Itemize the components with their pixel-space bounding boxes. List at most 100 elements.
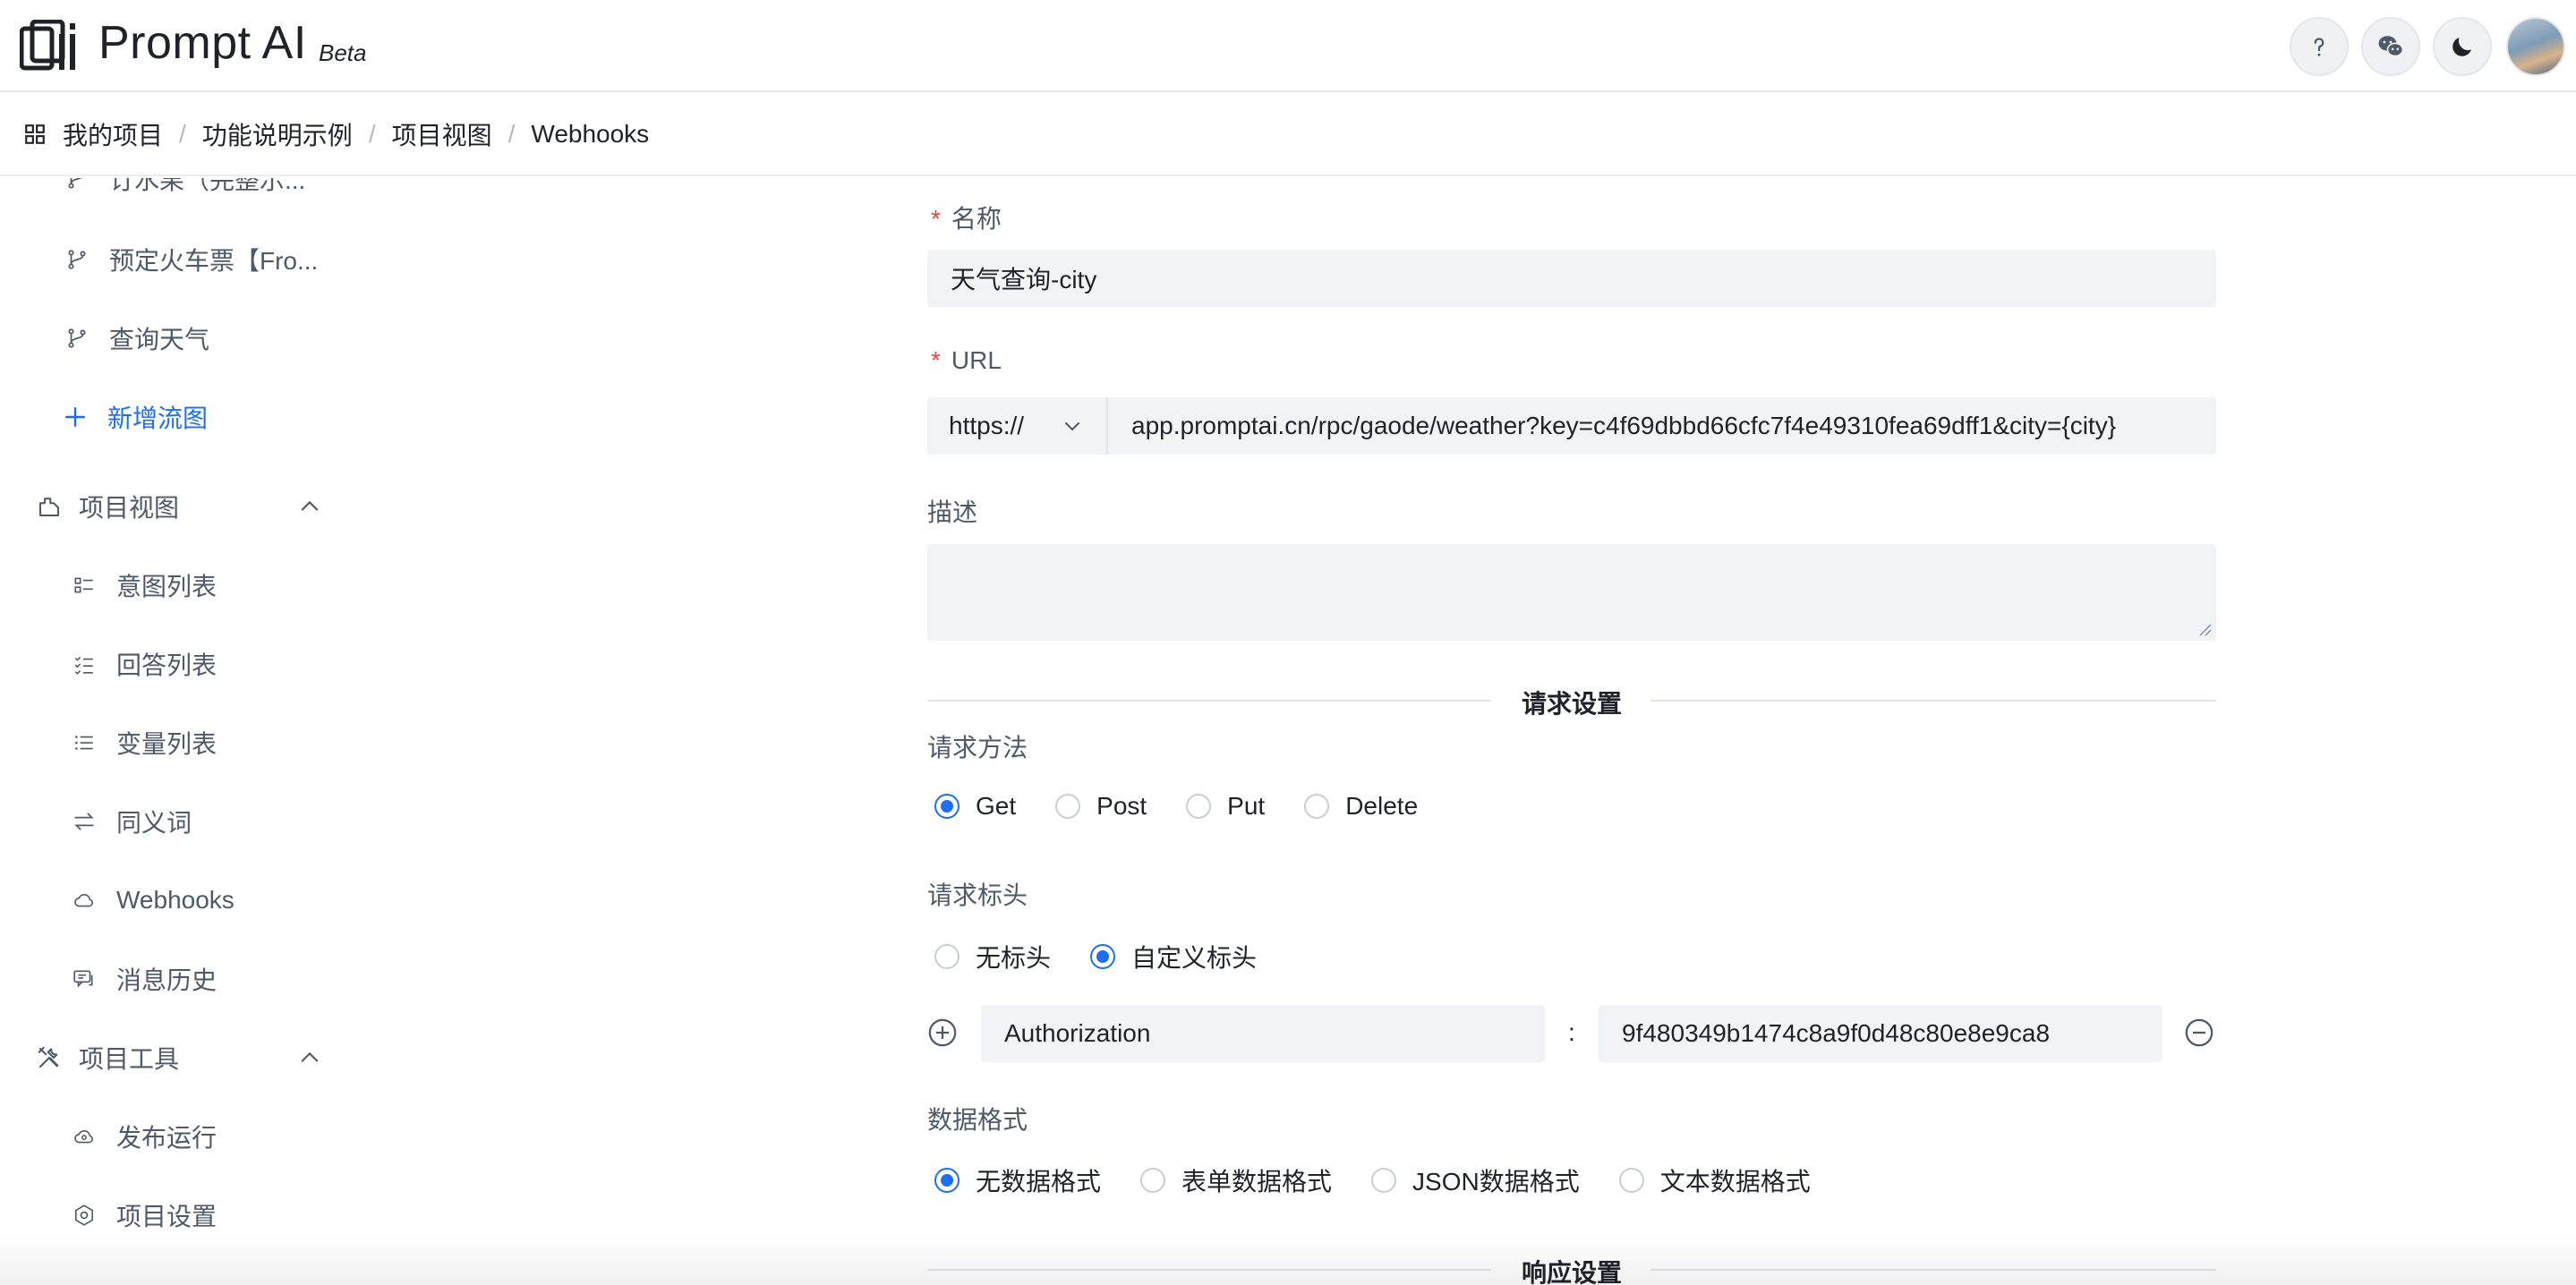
settings-icon xyxy=(72,1203,97,1228)
breadcrumb-project-view[interactable]: 项目视图 xyxy=(392,116,492,152)
data-format-option-none[interactable]: 无数据格式 xyxy=(934,1162,1101,1198)
url-input[interactable]: app.promptai.cn/rpc/gaode/weather?key=c4… xyxy=(1108,397,2216,455)
radio-checked[interactable] xyxy=(934,794,960,819)
answer-list-icon xyxy=(72,651,97,677)
radio-checked[interactable] xyxy=(934,1168,960,1193)
sidebar-flow-query-weather[interactable]: 查询天气 xyxy=(64,316,209,361)
data-format-label: 数据格式 xyxy=(927,1106,1028,1134)
header-key-input[interactable]: Authorization xyxy=(981,1005,1545,1062)
radio-label: 无数据格式 xyxy=(976,1168,1102,1196)
header-value-input[interactable]: 9f480349b1474c8a9f0d48c80e8e9ca8 xyxy=(1599,1005,2162,1062)
flow-branch-icon xyxy=(64,247,90,272)
url-protocol-select[interactable]: https:// xyxy=(927,397,1108,455)
data-format-option-json[interactable]: JSON数据格式 xyxy=(1371,1162,1580,1198)
app-name: Prompt AI xyxy=(98,17,307,69)
breadcrumb-separator: / xyxy=(368,120,376,148)
flow-branch-icon xyxy=(64,326,90,351)
sidebar-item-variables[interactable]: 变量列表 xyxy=(72,720,217,765)
cloud-icon xyxy=(72,888,97,913)
chevron-up-icon[interactable] xyxy=(297,1045,322,1070)
sidebar-item-label: 项目设置 xyxy=(116,1203,218,1230)
method-option-put[interactable]: Put xyxy=(1186,792,1265,821)
remove-header-icon[interactable] xyxy=(2184,1017,2214,1048)
sidebar-item-publish[interactable]: 发布运行 xyxy=(72,1114,217,1159)
resize-handle-icon[interactable] xyxy=(2196,621,2213,637)
radio-unchecked[interactable] xyxy=(1186,794,1212,819)
user-avatar[interactable] xyxy=(2506,17,2565,76)
description-label: 描述 xyxy=(927,498,978,526)
headers-option-none[interactable]: 无标头 xyxy=(934,939,1051,974)
name-label-text: 名称 xyxy=(951,205,1002,233)
grid-icon[interactable] xyxy=(23,123,47,146)
breadcrumb-separator: / xyxy=(508,120,516,148)
divider-line xyxy=(927,1269,1491,1271)
flow-branch-icon xyxy=(64,178,90,191)
name-input[interactable]: 天气查询-city xyxy=(927,250,2216,307)
sidebar-group-label: 项目工具 xyxy=(79,1045,180,1073)
bottom-fade xyxy=(0,1235,2576,1285)
sidebar-item-webhooks[interactable]: Webhooks xyxy=(72,878,235,923)
sidebar-item-label: 意图列表 xyxy=(116,573,218,600)
radio-label: JSON数据格式 xyxy=(1412,1168,1580,1196)
data-format-option-form[interactable]: 表单数据格式 xyxy=(1140,1162,1332,1198)
help-button[interactable] xyxy=(2290,17,2349,76)
radio-unchecked[interactable] xyxy=(1371,1168,1397,1193)
sidebar-flow-book-train[interactable]: 预定火车票【Fro... xyxy=(64,237,318,282)
sidebar-group-project-tools[interactable]: 项目工具 xyxy=(36,1035,322,1080)
method-option-post[interactable]: Post xyxy=(1055,792,1147,821)
plus-icon xyxy=(63,404,88,430)
breadcrumb: 我的项目 / 功能说明示例 / 项目视图 / Webhooks xyxy=(0,94,2576,176)
breadcrumb-my-projects[interactable]: 我的项目 xyxy=(63,116,163,152)
add-flow-button[interactable]: 新增流图 xyxy=(63,395,208,439)
data-format-option-text[interactable]: 文本数据格式 xyxy=(1618,1162,1811,1198)
description-textarea[interactable] xyxy=(927,544,2216,641)
sidebar-item-intents[interactable]: 意图列表 xyxy=(72,563,217,608)
sidebar-item-message-history[interactable]: 消息历史 xyxy=(72,957,217,1001)
request-settings-title: 请求设置 xyxy=(1522,690,1623,718)
wechat-button[interactable] xyxy=(2361,17,2420,76)
radio-unchecked[interactable] xyxy=(1618,1168,1644,1193)
sidebar-item-synonyms[interactable]: 同义词 xyxy=(72,799,192,844)
headers-radio-group: 无标头 自定义标头 xyxy=(934,939,1296,974)
radio-label: 文本数据格式 xyxy=(1659,1168,1811,1196)
message-history-icon xyxy=(72,966,97,991)
tools-icon xyxy=(38,1046,59,1068)
beta-badge: Beta xyxy=(319,39,367,66)
radio-unchecked[interactable] xyxy=(1055,794,1081,819)
radio-label: Delete xyxy=(1345,792,1419,820)
synonym-icon xyxy=(72,809,97,834)
sidebar-item-project-settings[interactable]: 项目设置 xyxy=(72,1193,217,1238)
sidebar-item-label: 发布运行 xyxy=(116,1124,218,1152)
cloud-publish-icon xyxy=(72,1124,97,1149)
method-radio-group: Get Post Put Delete xyxy=(934,792,1457,821)
method-option-delete[interactable]: Delete xyxy=(1304,792,1418,821)
dark-mode-button[interactable] xyxy=(2433,17,2492,76)
chevron-up-icon[interactable] xyxy=(297,494,322,519)
sidebar-group-label: 项目视图 xyxy=(79,494,180,522)
header-separator: : xyxy=(1568,1018,1575,1046)
sidebar-group-project-view[interactable]: 项目视图 xyxy=(36,484,322,529)
breadcrumb-separator: / xyxy=(179,120,186,148)
name-label: * 名称 xyxy=(931,200,1002,235)
radio-unchecked[interactable] xyxy=(934,944,960,969)
sidebar-item-answers[interactable]: 回答列表 xyxy=(72,642,217,686)
breadcrumb-project[interactable]: 功能说明示例 xyxy=(202,116,353,152)
radio-unchecked[interactable] xyxy=(1304,794,1330,819)
radio-label: 表单数据格式 xyxy=(1181,1168,1333,1196)
radio-label: Put xyxy=(1227,792,1266,820)
moon-icon xyxy=(2452,38,2471,56)
sidebar: 订水果（完整示... 预定火车票【Fro... 查询天气 新增流图 项目视图 意… xyxy=(0,178,376,1285)
method-label: 请求方法 xyxy=(927,734,1028,762)
radio-unchecked[interactable] xyxy=(1140,1168,1166,1193)
divider-line xyxy=(1651,700,2216,702)
variable-list-icon xyxy=(72,730,97,755)
radio-checked[interactable] xyxy=(1090,944,1116,969)
sidebar-flow-order-fruit[interactable]: 订水果（完整示... xyxy=(64,178,305,201)
add-header-icon[interactable] xyxy=(927,1017,958,1048)
top-header: Prompt AI Beta xyxy=(0,0,2576,92)
headers-option-custom[interactable]: 自定义标头 xyxy=(1090,939,1257,974)
method-option-get[interactable]: Get xyxy=(934,792,1016,821)
divider-line xyxy=(927,700,1491,702)
sidebar-item-label: 同义词 xyxy=(116,809,192,837)
help-icon xyxy=(2314,38,2324,56)
